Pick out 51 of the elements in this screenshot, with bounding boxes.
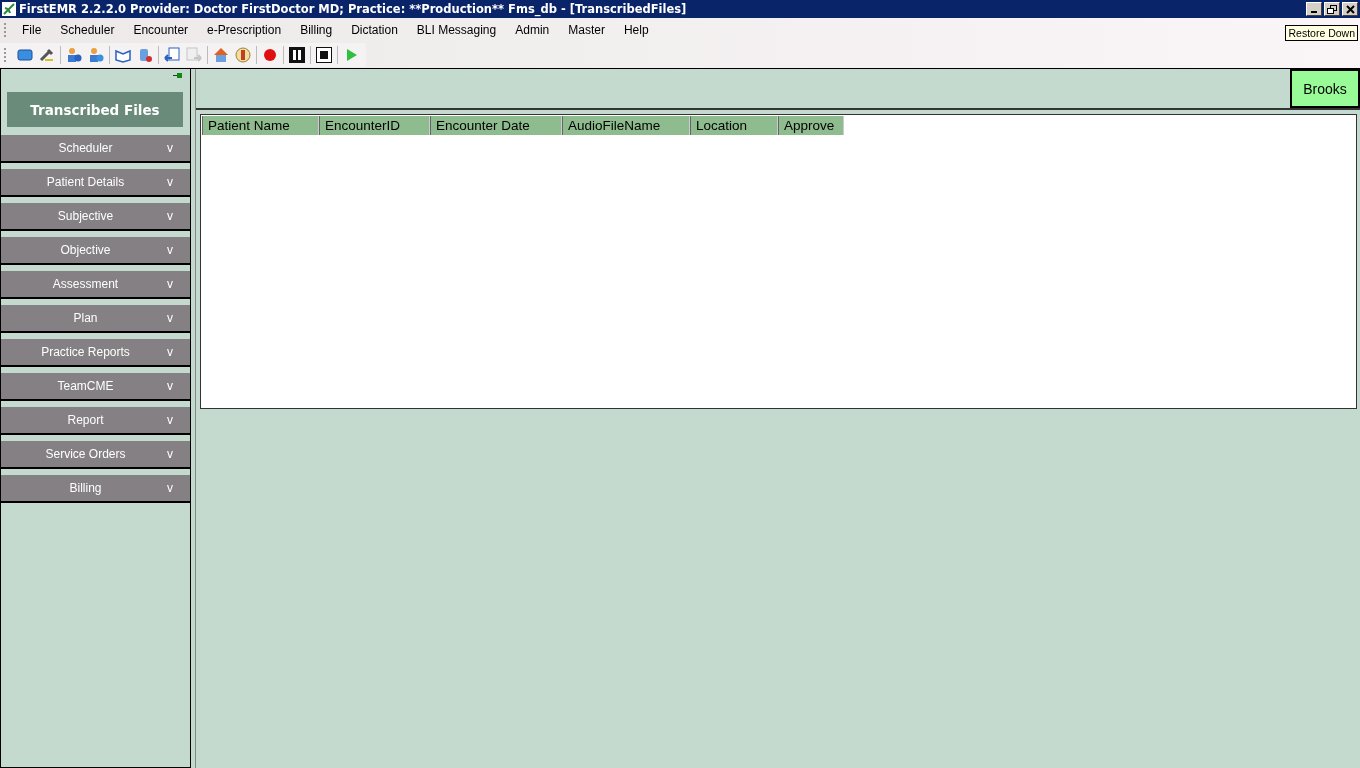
menu-item[interactable]: Admin [507, 23, 558, 37]
person-info-icon [66, 47, 82, 63]
document-arrow-icon [164, 47, 180, 63]
close-button[interactable] [1342, 2, 1358, 16]
sidebar-item[interactable]: Objective v [1, 237, 190, 265]
document-arrow-icon [186, 47, 202, 63]
menu-item[interactable]: Scheduler [52, 23, 123, 37]
pause-icon [289, 47, 305, 63]
column-header[interactable]: Approve [778, 116, 844, 135]
sidebar-item[interactable]: Patient Details v [1, 169, 190, 197]
toolbar-button[interactable] [313, 44, 335, 66]
column-header[interactable]: Patient Name [202, 116, 319, 135]
sidebar-item[interactable]: Plan v [1, 305, 190, 333]
close-icon [1345, 4, 1355, 14]
window-title: FirstEMR 2.2.2.0 Provider: Doctor FirstDoctor MD; Practice: **Production** Fms_db - [TranscribedFiles] [19, 2, 687, 16]
monitor-icon [17, 47, 33, 63]
sidebar-item[interactable]: Billing v [1, 475, 190, 503]
pin-icon [173, 72, 182, 79]
restore-button[interactable] [1324, 2, 1340, 16]
sidebar-title: Transcribed Files [7, 92, 183, 127]
sidebar-item[interactable]: Subjective v [1, 203, 190, 231]
menu-item[interactable]: Help [615, 23, 657, 37]
book-icon [115, 47, 131, 63]
menu-item[interactable]: Dictation [343, 23, 406, 37]
home-icon [213, 47, 229, 63]
column-header[interactable]: Encounter Date [430, 116, 562, 135]
toolbar-button[interactable] [286, 44, 308, 66]
sidebar-item[interactable]: TeamCME v [1, 373, 190, 401]
person-help-icon [88, 47, 104, 63]
minimize-button[interactable] [1306, 2, 1322, 16]
record-icon [262, 47, 278, 63]
column-header[interactable]: EncounterID [319, 116, 430, 135]
menu-item[interactable]: Billing [292, 23, 341, 37]
column-header[interactable]: AudioFileName [562, 116, 690, 135]
menu-item[interactable]: File [14, 23, 50, 37]
sidebar-item[interactable]: Scheduler v [1, 135, 190, 163]
restore-icon [1327, 4, 1337, 14]
bottle-icon [137, 47, 153, 63]
column-header[interactable]: Location [690, 116, 778, 135]
sidebar-item[interactable]: Practice Reports v [1, 339, 190, 367]
menu-item[interactable]: e-Prescription [199, 23, 290, 37]
user-button[interactable]: Brooks [1290, 69, 1360, 108]
tooltip: Restore Down [1285, 25, 1358, 41]
sidebar-item[interactable]: Report v [1, 407, 190, 435]
sidebar-item[interactable]: Service Orders v [1, 441, 190, 469]
menu-item[interactable]: BLI Messaging [408, 23, 505, 37]
app-logo-icon [2, 2, 16, 16]
sidebar-item[interactable]: Assessment v [1, 271, 190, 299]
stop-icon [316, 47, 332, 63]
menu-item[interactable]: Encounter [125, 23, 197, 37]
menu-item[interactable]: Master [560, 23, 613, 37]
